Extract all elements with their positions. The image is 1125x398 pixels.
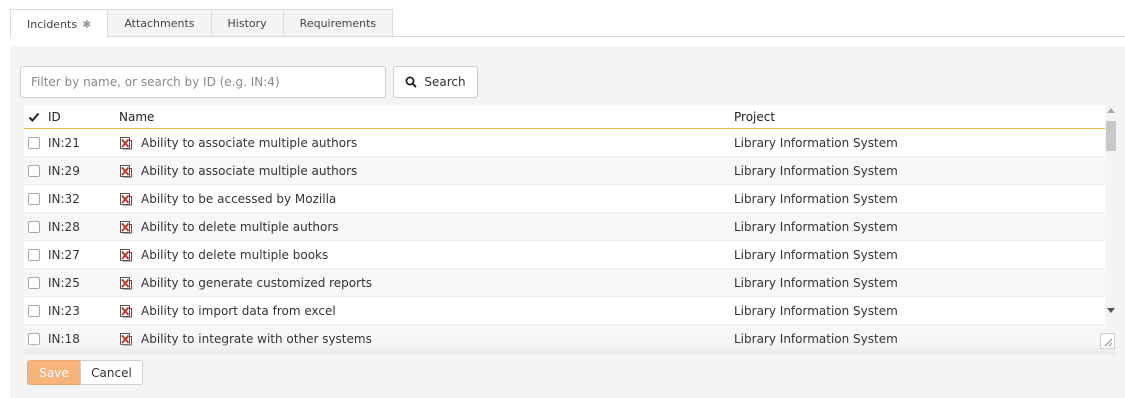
tab-requirements[interactable]: Requirements — [282, 9, 394, 37]
table-body: IN:21 Ability to associate multiple auth… — [24, 129, 1115, 353]
search-icon — [405, 76, 418, 88]
row-id-cell: IN:29 — [24, 164, 119, 178]
incidents-table: ID Name Project IN:21 Ability to associa… — [24, 105, 1115, 353]
incident-icon — [120, 192, 132, 205]
tab-incidents-label: Incidents — [27, 17, 78, 31]
row-id-cell: IN:23 — [24, 304, 119, 318]
row-name-cell: Ability to associate multiple authors — [119, 164, 734, 178]
search-button[interactable]: Search — [393, 66, 478, 98]
tab-divider — [10, 36, 1125, 37]
row-checkbox[interactable] — [28, 164, 40, 177]
incident-id: IN:27 — [48, 247, 80, 262]
scroll-up-icon[interactable] — [1107, 108, 1115, 113]
scroll-down-icon[interactable] — [1107, 308, 1115, 313]
incident-project: Library Information System — [734, 219, 898, 234]
tab-incidents[interactable]: Incidents ✱ — [10, 9, 109, 38]
incident-icon — [120, 220, 132, 233]
tab-history[interactable]: History — [210, 9, 284, 37]
asterisk-icon: ✱ — [82, 17, 92, 31]
row-project-cell: Library Information System — [734, 248, 1115, 262]
scroll-thumb[interactable] — [1106, 121, 1116, 151]
search-button-label: Search — [424, 75, 466, 89]
table-row[interactable]: IN:27 Ability to delete multiple books L… — [24, 241, 1115, 269]
tab-attachments-label: Attachments — [124, 17, 195, 30]
row-id-cell: IN:28 — [24, 220, 119, 234]
row-checkbox[interactable] — [28, 192, 40, 205]
incident-id: IN:21 — [48, 135, 80, 150]
row-id-cell: IN:21 — [24, 136, 119, 150]
row-id-cell: IN:25 — [24, 276, 119, 290]
table-scrollbar[interactable] — [1105, 105, 1117, 339]
incident-icon — [120, 164, 132, 177]
row-project-cell: Library Information System — [734, 276, 1115, 290]
incident-project: Library Information System — [734, 163, 898, 178]
incident-id: IN:23 — [48, 303, 80, 318]
resize-handle[interactable] — [1100, 333, 1115, 349]
search-input[interactable] — [20, 66, 386, 98]
row-name-cell: Ability to be accessed by Mozilla — [119, 192, 734, 206]
column-header-name[interactable]: Name — [119, 110, 734, 124]
incident-project: Library Information System — [734, 303, 898, 318]
tab-attachments[interactable]: Attachments — [107, 9, 212, 37]
row-checkbox[interactable] — [28, 304, 40, 317]
incident-name[interactable]: Ability to associate multiple authors — [141, 164, 357, 178]
column-header-id[interactable]: ID — [24, 110, 119, 124]
incidents-panel: Search ID Name Project IN:21 — [10, 46, 1125, 398]
incident-id: IN:28 — [48, 219, 80, 234]
table-row[interactable]: IN:25 Ability to generate customized rep… — [24, 269, 1115, 297]
incident-project: Library Information System — [734, 275, 898, 290]
table-row[interactable]: IN:29 Ability to associate multiple auth… — [24, 157, 1115, 185]
incident-id: IN:29 — [48, 163, 80, 178]
incident-icon — [120, 304, 132, 317]
incident-project: Library Information System — [734, 247, 898, 262]
row-id-cell: IN:27 — [24, 248, 119, 262]
table-row[interactable]: IN:28 Ability to delete multiple authors… — [24, 213, 1115, 241]
row-checkbox[interactable] — [28, 248, 40, 261]
incident-project: Library Information System — [734, 135, 898, 150]
incident-id: IN:32 — [48, 191, 80, 206]
incident-name[interactable]: Ability to delete multiple books — [141, 248, 328, 262]
column-project-label: Project — [734, 109, 776, 124]
row-checkbox[interactable] — [28, 136, 40, 149]
incident-name[interactable]: Ability to associate multiple authors — [141, 136, 357, 150]
incident-name[interactable]: Ability to import data from excel — [141, 304, 336, 318]
row-project-cell: Library Information System — [734, 192, 1115, 206]
table-row[interactable]: IN:23 Ability to import data from excel … — [24, 297, 1115, 325]
save-button[interactable]: Save — [27, 360, 81, 385]
tab-bar: Incidents ✱ Attachments History Requirem… — [10, 9, 394, 38]
scroll-fade — [24, 342, 1115, 354]
row-project-cell: Library Information System — [734, 136, 1115, 150]
incident-icon — [120, 248, 132, 261]
table-row[interactable]: IN:32 Ability to be accessed by Mozilla … — [24, 185, 1115, 213]
table-header: ID Name Project — [24, 105, 1115, 129]
incident-name[interactable]: Ability to be accessed by Mozilla — [141, 192, 336, 206]
row-checkbox[interactable] — [28, 220, 40, 233]
tab-requirements-label: Requirements — [299, 17, 377, 30]
incident-icon — [120, 136, 132, 149]
row-checkbox[interactable] — [28, 276, 40, 289]
row-name-cell: Ability to generate customized reports — [119, 276, 734, 290]
row-project-cell: Library Information System — [734, 304, 1115, 318]
row-name-cell: Ability to delete multiple authors — [119, 220, 734, 234]
row-name-cell: Ability to associate multiple authors — [119, 136, 734, 150]
row-id-cell: IN:32 — [24, 192, 119, 206]
table-row[interactable]: IN:21 Ability to associate multiple auth… — [24, 129, 1115, 157]
incident-id: IN:25 — [48, 275, 80, 290]
resize-grip-icon — [1104, 338, 1113, 347]
incident-name[interactable]: Ability to delete multiple authors — [141, 220, 339, 234]
column-header-project[interactable]: Project — [734, 110, 1115, 124]
row-name-cell: Ability to import data from excel — [119, 304, 734, 318]
row-project-cell: Library Information System — [734, 164, 1115, 178]
incident-project: Library Information System — [734, 191, 898, 206]
checkmark-icon[interactable] — [28, 111, 40, 123]
row-project-cell: Library Information System — [734, 220, 1115, 234]
column-id-label: ID — [48, 109, 61, 124]
column-name-label: Name — [119, 109, 155, 124]
incident-name[interactable]: Ability to generate customized reports — [141, 276, 372, 290]
tab-history-label: History — [227, 17, 267, 30]
cancel-button[interactable]: Cancel — [80, 360, 143, 385]
row-name-cell: Ability to delete multiple books — [119, 248, 734, 262]
incident-icon — [120, 276, 132, 289]
